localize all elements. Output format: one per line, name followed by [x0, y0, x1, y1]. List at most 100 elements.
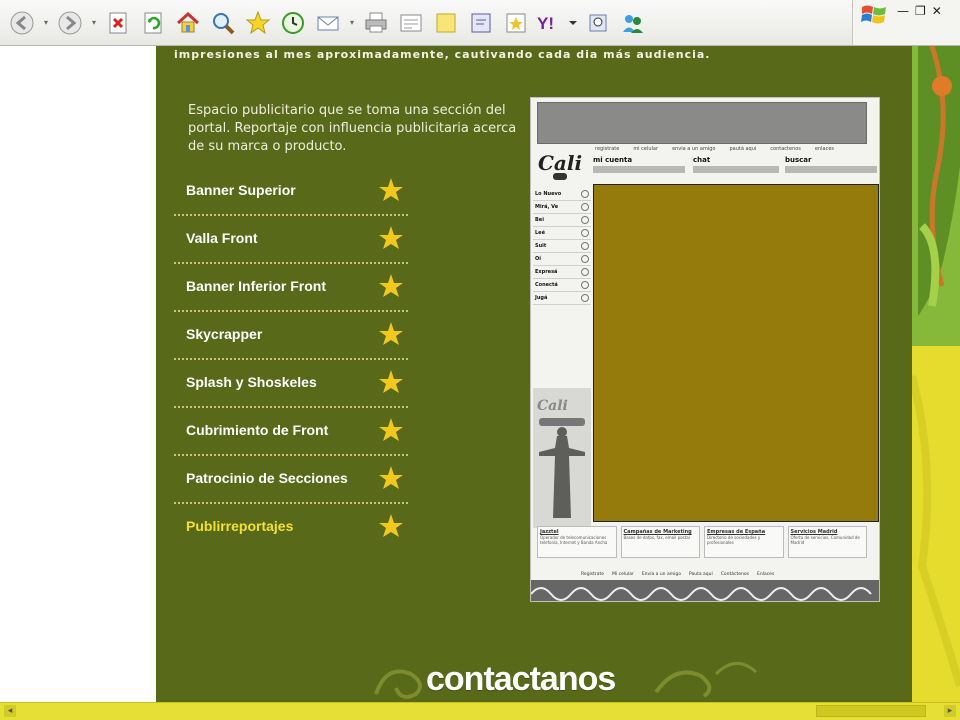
preview-bottom-link[interactable]: Mi celular — [612, 572, 634, 577]
preview-link[interactable]: enlaces — [815, 146, 834, 156]
refresh-button[interactable] — [137, 7, 169, 39]
preview-link[interactable]: registrate — [595, 146, 619, 156]
preview-sidebar-item: Leé — [533, 227, 591, 240]
tropical-leaves-decoration — [912, 46, 960, 702]
menu-item-label: Publirreportajes — [186, 518, 294, 534]
tool-icon — [589, 14, 607, 31]
preview-sidebar-item: Mirá, Ve — [533, 201, 591, 214]
preview-sidebar-label: Expresá — [535, 269, 558, 275]
preview-sidebar-label: Suit — [535, 243, 547, 249]
horizontal-scrollbar[interactable]: ◂ ▸ — [0, 702, 960, 720]
forward-button[interactable] — [54, 7, 86, 39]
preview-bottom-link[interactable]: Regístrate — [581, 572, 604, 577]
menu-item-banner-inferior-front[interactable]: Banner Inferior Front — [174, 264, 408, 312]
back-dropdown-arrow[interactable]: ▾ — [41, 7, 51, 39]
yahoo-button[interactable]: Y! — [535, 7, 579, 39]
research-icon — [506, 13, 526, 32]
favorites-button[interactable] — [242, 7, 274, 39]
stop-icon — [109, 12, 127, 33]
history-button[interactable] — [277, 7, 309, 39]
menu-item-valla-front[interactable]: Valla Front — [174, 216, 408, 264]
messenger-button[interactable] — [465, 7, 497, 39]
preview-link[interactable]: mi celular — [633, 146, 658, 156]
preview-footer-box: Jazztel Operador de telecomunicaciones te… — [537, 526, 617, 558]
preview-swirl-decoration — [531, 580, 879, 601]
round-icon — [581, 255, 589, 263]
stop-button[interactable] — [102, 7, 134, 39]
close-icon[interactable]: ✕ — [932, 4, 942, 18]
menu-item-splash-shoskeles[interactable]: Splash y Shoskeles — [174, 360, 408, 408]
menu-item-label: Valla Front — [186, 230, 258, 246]
preview-link[interactable]: pautá aqui — [729, 146, 756, 156]
preview-bottom-link[interactable]: Pauta aquí — [689, 572, 713, 577]
description-text: Espacio publicitario que se toma una sec… — [188, 103, 517, 154]
contact-label: contactanos — [426, 660, 616, 698]
print-button[interactable] — [360, 7, 392, 39]
home-button[interactable] — [172, 7, 204, 39]
messenger-people-icon — [623, 14, 643, 33]
ad-format-menu: Banner Superior Valla Front Banner Infer… — [174, 168, 408, 552]
preview-link[interactable]: contactenos — [770, 146, 801, 156]
star-icon — [379, 178, 403, 201]
round-icon — [581, 203, 589, 211]
preview-header-row: mi cuenta chat buscar — [593, 156, 879, 176]
sticky-note-icon — [436, 13, 456, 32]
printer-icon — [365, 12, 387, 32]
mail-button[interactable] — [312, 7, 344, 39]
round-icon — [581, 268, 589, 276]
svg-text:Cali: Cali — [537, 398, 568, 414]
star-icon — [379, 466, 403, 489]
scroll-right-icon[interactable]: ▸ — [944, 705, 956, 717]
browser-window: ▾ ▾ ▾ Y! — ❐ ✕ impresiones al mes aproxi… — [0, 0, 960, 720]
search-button[interactable] — [207, 7, 239, 39]
preview-bottom-links: Regístrate Mi celular Envía a un amigo P… — [581, 572, 879, 577]
menu-item-skycrapper[interactable]: Skycrapper — [174, 312, 408, 360]
preview-sidebar-label: Conectá — [535, 282, 558, 288]
history-icon — [282, 11, 304, 34]
scroll-left-icon[interactable]: ◂ — [4, 705, 16, 717]
back-button[interactable] — [6, 7, 38, 39]
menu-item-publirreportajes[interactable]: Publirreportajes — [174, 504, 408, 552]
menu-item-patrocinio-secciones[interactable]: Patrocinio de Secciones — [174, 456, 408, 504]
mail-dropdown-arrow[interactable]: ▾ — [347, 7, 357, 39]
preview-bottom-link[interactable]: Envía a un amigo — [642, 572, 681, 577]
research-button[interactable] — [500, 7, 532, 39]
star-icon — [379, 274, 403, 297]
toolbar-tool-button[interactable] — [582, 7, 614, 39]
preview-bottom-link[interactable]: Enlaces — [757, 572, 774, 577]
menu-item-cubrimiento-front[interactable]: Cubrimiento de Front — [174, 408, 408, 456]
yahoo-logo-icon: Y! — [537, 14, 577, 33]
star-favorites-icon — [245, 10, 271, 34]
preview-top-banner — [537, 102, 867, 144]
star-icon — [379, 514, 403, 537]
restore-icon[interactable]: ❐ — [915, 4, 926, 18]
preview-sidebar-label: Leé — [535, 230, 545, 236]
preview-head: mi cuenta — [593, 156, 633, 164]
preview-link[interactable]: envia a un amigo — [672, 146, 715, 156]
menu-item-label: Banner Superior — [186, 182, 296, 198]
preview-sidebar-item: Jugá — [533, 292, 591, 305]
scroll-thumb[interactable] — [816, 705, 926, 717]
content-panel: impresiones al mes aproximadamente, caut… — [156, 46, 912, 702]
preview-input-bar — [785, 166, 877, 173]
home-icon — [176, 11, 200, 32]
windows-logo-icon — [861, 5, 886, 24]
preview-footer-text: Bases de datos, fax, email postal — [623, 535, 690, 540]
preview-footer-text: Directorio de sociedades y profesionales — [707, 535, 761, 545]
messenger-contacts-button[interactable] — [617, 7, 649, 39]
mail-icon — [317, 16, 339, 30]
menu-item-banner-superior[interactable]: Banner Superior — [174, 168, 408, 216]
notes-button[interactable] — [430, 7, 462, 39]
back-arrow-icon — [10, 11, 34, 34]
preview-sidebar-item: Lo Nuevo — [533, 188, 591, 201]
cristo-rey-statue-image: Cali — [533, 388, 591, 528]
menu-item-label: Patrocinio de Secciones — [186, 470, 348, 486]
preview-footer-text: Operador de telecomunicaciones telefonía… — [540, 535, 608, 545]
preview-footer-box: Campañas de Marketing Bases de datos, fax… — [620, 526, 700, 558]
forward-dropdown-arrow[interactable]: ▾ — [89, 7, 99, 39]
minimize-icon[interactable]: — — [897, 4, 909, 18]
preview-bottom-link[interactable]: Contáctenos — [721, 572, 749, 577]
contact-link[interactable]: contactanos — [356, 644, 776, 702]
svg-text:Y!: Y! — [537, 14, 554, 33]
edit-button[interactable] — [395, 7, 427, 39]
